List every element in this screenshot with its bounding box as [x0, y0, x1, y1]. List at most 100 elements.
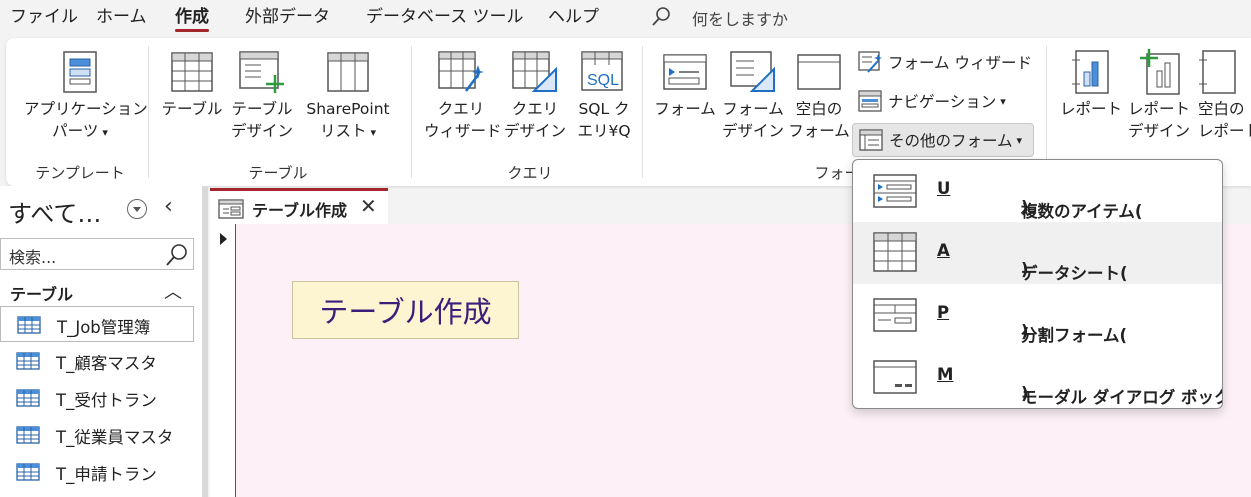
- form-title-label[interactable]: テーブル作成: [292, 281, 519, 339]
- split-form-icon: [873, 298, 917, 332]
- nav-pane-title[interactable]: すべて…: [8, 194, 101, 229]
- sharepoint-list-button[interactable]: SharePoint リスト ▾: [300, 46, 396, 144]
- dropdown-split-form[interactable]: 分割フォーム(P): [853, 284, 1222, 346]
- dropdown-item-label: 複数のアイテム(U): [937, 179, 1143, 221]
- blank-report-button[interactable]: 空白の レポート: [1198, 46, 1251, 142]
- table-icon: [17, 316, 41, 334]
- query-design-icon: [512, 51, 557, 92]
- sql-query-icon: SQL: [581, 51, 623, 91]
- application-parts-label-2: パーツ: [52, 122, 99, 140]
- group-divider: [148, 46, 149, 178]
- pane-splitter[interactable]: [202, 186, 208, 497]
- sql-query-button[interactable]: SQL SQL ク エリ¥Q: [572, 46, 636, 142]
- nav-group-tables[interactable]: テーブル ︿: [0, 278, 202, 306]
- blank-form-icon: [797, 54, 841, 90]
- dropdown-multiple-items[interactable]: 複数のアイテム(U): [853, 160, 1222, 222]
- sharepoint-list-label: SharePoint: [306, 100, 390, 118]
- collapse-pane-icon[interactable]: ‹: [164, 194, 173, 219]
- nav-item-table[interactable]: T_従業員マスタ: [0, 417, 194, 453]
- form-wizard-icon: [858, 51, 882, 73]
- nav-item-label: T_受付トラン: [56, 391, 157, 410]
- sql-query-label: SQL ク: [578, 100, 630, 118]
- table-design-icon: [239, 51, 284, 93]
- dropdown-item-label: 分割フォーム(P): [937, 303, 1128, 345]
- blank-report-icon: [1199, 50, 1236, 94]
- application-parts-button[interactable]: アプリケーション パーツ ▾: [24, 46, 148, 144]
- dropdown-datasheet[interactable]: データシート(A): [853, 222, 1222, 284]
- more-forms-icon: [859, 129, 883, 151]
- table-design-label: テーブル: [231, 100, 293, 118]
- query-wizard-label: クエリ: [437, 100, 485, 118]
- form-design-button[interactable]: フォーム デザイン: [720, 46, 786, 142]
- form-tab-icon: [218, 199, 244, 219]
- datasheet-icon: [873, 232, 917, 272]
- menu-external-data[interactable]: 外部データ: [245, 6, 330, 32]
- sharepoint-list-icon: [327, 52, 369, 92]
- chevron-down-icon: ▾: [1016, 133, 1023, 147]
- record-selector[interactable]: [210, 224, 236, 497]
- form-design-icon: [730, 51, 775, 92]
- group-label-table: テーブル: [248, 164, 308, 182]
- report-design-label: レポート: [1127, 100, 1190, 118]
- application-parts-icon: [63, 51, 97, 93]
- nav-search-input[interactable]: 検索...: [0, 238, 194, 270]
- form-design-label-2: デザイン: [721, 122, 784, 140]
- table-design-button[interactable]: テーブル デザイン: [230, 46, 294, 142]
- nav-item-table[interactable]: T_Job管理簿: [0, 306, 194, 342]
- form-wizard-button[interactable]: フォーム ウィザード: [852, 46, 1038, 78]
- svg-text:SQL: SQL: [587, 72, 619, 89]
- blank-form-label-2: フォーム: [788, 122, 850, 140]
- chevron-down-icon: ▾: [370, 126, 377, 139]
- query-design-button[interactable]: クエリ デザイン: [502, 46, 568, 142]
- sql-query-label-2: エリ¥Q: [577, 122, 631, 140]
- menu-help[interactable]: ヘルプ: [548, 6, 599, 32]
- navigation-button[interactable]: ナビゲーション ▾: [852, 85, 1012, 117]
- table-design-label-2: デザイン: [230, 122, 293, 140]
- search-icon: [166, 244, 187, 266]
- menu-file[interactable]: ファイル: [10, 6, 78, 32]
- menu-database-tools[interactable]: データベース ツール: [366, 6, 524, 32]
- query-design-label: クエリ: [511, 100, 559, 118]
- more-forms-button[interactable]: その他のフォーム ▾: [852, 123, 1034, 157]
- blank-report-label: 空白の: [1198, 100, 1245, 118]
- report-design-button[interactable]: レポート デザイン: [1126, 46, 1192, 142]
- sharepoint-list-label-2: リスト: [319, 122, 367, 140]
- menu-create[interactable]: 作成: [175, 6, 209, 32]
- chevron-up-icon: ︿: [164, 282, 182, 303]
- dropdown-item-label: モーダル ダイアログ ボックス(M): [937, 365, 1222, 407]
- navigation-pane: すべて… ‹ 検索... テーブル ︿ T_Job管理簿 T_顧客マスタ T_受付ト…: [0, 186, 202, 497]
- group-label-template: テンプレート: [35, 164, 125, 182]
- close-icon[interactable]: ✕: [360, 194, 377, 218]
- search-icon: [652, 7, 670, 26]
- blank-report-label-2: レポート: [1198, 122, 1251, 140]
- dropdown-modal-dialog[interactable]: モーダル ダイアログ ボックス(M): [853, 346, 1222, 408]
- nav-item-label: T_顧客マスタ: [56, 354, 157, 373]
- report-button[interactable]: レポート: [1058, 46, 1124, 120]
- table-icon: [16, 463, 40, 481]
- query-design-label-2: デザイン: [503, 122, 566, 140]
- modal-dialog-icon: [873, 360, 917, 394]
- nav-item-table[interactable]: T_申請トラン: [0, 454, 194, 490]
- menu-home[interactable]: ホーム: [96, 6, 147, 32]
- nav-group-label: テーブル: [10, 285, 74, 304]
- tab-table-create[interactable]: テーブル作成 ✕: [210, 188, 388, 224]
- nav-item-table[interactable]: T_顧客マスタ: [0, 343, 194, 379]
- multiple-items-icon: [873, 174, 917, 208]
- query-wizard-button[interactable]: クエリ ウィザード: [424, 46, 502, 142]
- nav-pane-menu-icon[interactable]: [127, 199, 147, 219]
- report-icon: [1072, 50, 1109, 94]
- tab-label: テーブル作成: [252, 201, 348, 220]
- blank-form-label: 空白の: [795, 100, 843, 118]
- table-button[interactable]: テーブル: [160, 46, 224, 120]
- table-icon: [171, 52, 213, 92]
- form-icon: [663, 54, 707, 90]
- report-design-label-2: デザイン: [1127, 122, 1190, 140]
- blank-form-button[interactable]: 空白の フォーム: [788, 46, 850, 142]
- query-wizard-label-2: ウィザード: [424, 122, 502, 140]
- nav-item-table[interactable]: T_受付トラン: [0, 380, 194, 416]
- report-design-icon: [1140, 49, 1180, 95]
- form-button[interactable]: フォーム: [654, 46, 716, 120]
- table-icon: [16, 389, 40, 407]
- nav-item-label: T_申請トラン: [56, 465, 157, 484]
- group-divider: [642, 46, 643, 178]
